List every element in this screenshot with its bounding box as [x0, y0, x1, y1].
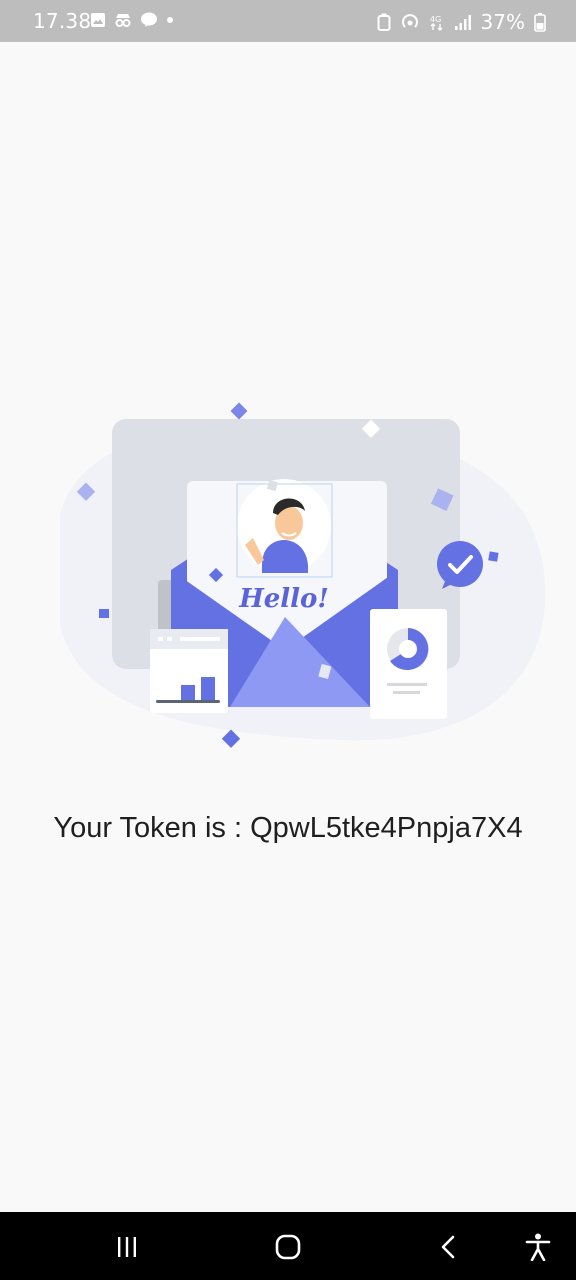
illustration-svg: Hello! [60, 402, 546, 748]
svg-text:4G: 4G [430, 15, 441, 24]
check-badge-icon [437, 541, 483, 587]
status-time: 17.38 [33, 9, 92, 33]
signal-icon [454, 15, 471, 30]
confetti-square [221, 729, 241, 748]
status-right-icons: 4G 37% [377, 10, 546, 34]
hello-envelope-illustration: Hello! [40, 395, 560, 755]
accessibility-icon [525, 1233, 551, 1261]
hotspot-icon [401, 14, 418, 28]
battery-percentage: 37% [480, 10, 525, 34]
home-icon [275, 1234, 301, 1260]
hello-text: Hello! [238, 584, 329, 614]
data-4g-icon: 4G [430, 15, 443, 31]
back-icon [441, 1235, 455, 1259]
image-icon [91, 13, 105, 27]
confetti-square [488, 551, 499, 562]
dot-icon [167, 17, 173, 23]
line-chat-icon [141, 12, 157, 27]
home-button[interactable] [271, 1230, 305, 1264]
status-left-icons [90, 12, 174, 28]
accessibility-button[interactable] [521, 1230, 555, 1264]
navigation-bar [0, 1212, 576, 1280]
back-button[interactable] [432, 1230, 466, 1264]
battery-icon [534, 13, 546, 32]
confetti-square [99, 609, 109, 618]
status-bar: 17.38 4G 37% [0, 0, 576, 42]
token-label: Your Token is : QpwL5tke4Pnpja7X4 [53, 812, 523, 844]
recent-apps-button[interactable] [110, 1230, 144, 1264]
recent-apps-icon [118, 1237, 136, 1257]
confetti-square [230, 402, 248, 420]
incognito-icon [115, 14, 131, 27]
battery-saver-icon [377, 13, 391, 31]
